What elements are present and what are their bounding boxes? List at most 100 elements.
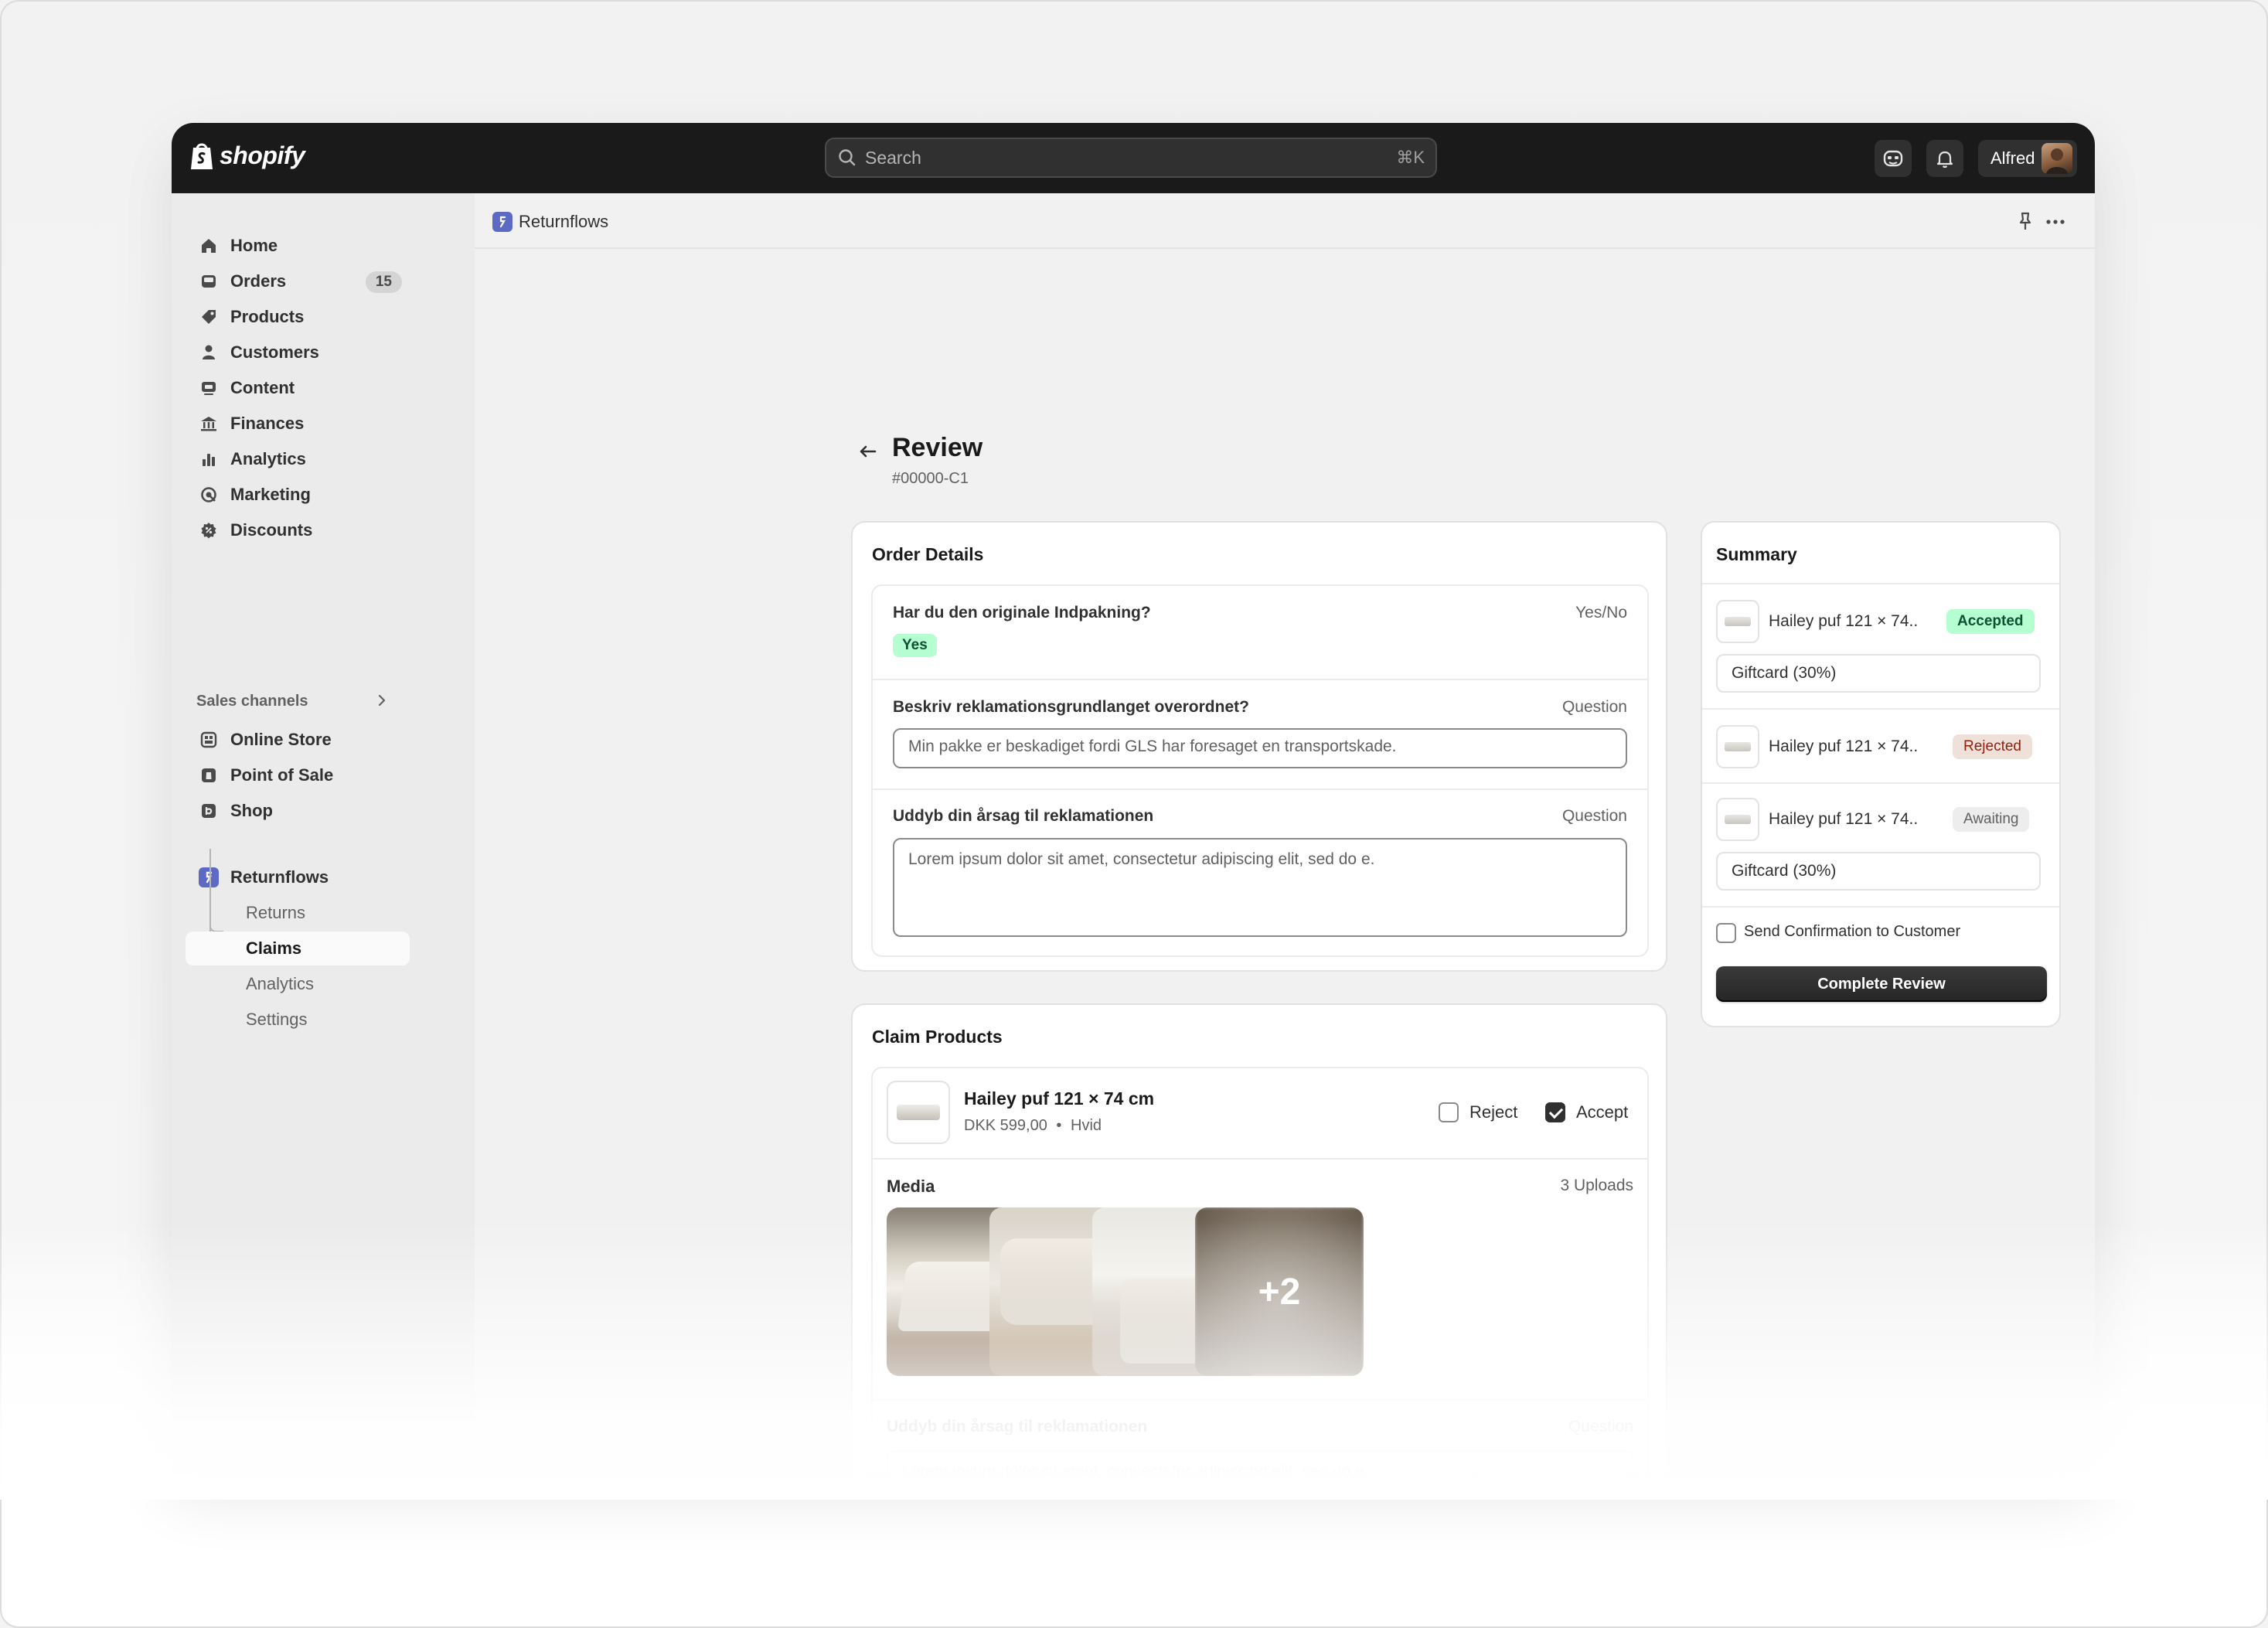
search-placeholder: Search — [865, 147, 921, 168]
person-icon — [203, 345, 215, 359]
claim-products-card: Claim Products Hailey puf 121 × 74 cm DK… — [851, 1003, 1667, 1473]
more-horizontal-icon[interactable] — [2044, 211, 2067, 233]
summary-item-name: Hailey puf 121 × 74.. — [1769, 612, 1919, 630]
summary-item-thumbnail — [1716, 600, 1759, 643]
sidebar-item-label: Customers — [230, 342, 319, 362]
sidebar-item-label: Online Store — [230, 730, 332, 749]
sidebar-subitem-settings[interactable]: Settings — [186, 1003, 410, 1037]
send-confirmation-checkbox[interactable] — [1716, 923, 1736, 943]
shopify-bag-icon — [191, 143, 213, 169]
sidebar-item-returnflows[interactable]: Returnflows — [186, 860, 410, 894]
question-label: Uddyb din årsag til reklamationen — [893, 807, 1154, 825]
giftcard-field[interactable]: Giftcard (30%) — [1716, 654, 2041, 693]
sidebar-subitem-claims[interactable]: Claims — [186, 932, 410, 966]
sidebar-item-label: Products — [230, 307, 305, 326]
back-arrow-icon[interactable] — [856, 440, 880, 463]
order-details-questions: Har du den originale Indpakning? Yes/No … — [871, 584, 1649, 957]
bell-icon — [1936, 151, 1953, 169]
user-name: Alfred — [1990, 148, 2035, 168]
sidebar-item-label: Discounts — [230, 520, 313, 540]
search-icon — [839, 149, 856, 166]
divider — [873, 1399, 1647, 1401]
question-type: Question — [1561, 698, 1627, 716]
returnflows-app-icon — [492, 212, 513, 232]
reject-checkbox[interactable] — [1439, 1102, 1459, 1122]
reason-summary-field[interactable]: Min pakke er beskadiget fordi GLS har fo… — [893, 728, 1627, 768]
target-icon — [201, 487, 216, 502]
product-price: DKK 599,00 — [964, 1117, 1047, 1134]
sidebar-item-label: Marketing — [230, 485, 311, 504]
claim-product-panel: Hailey puf 121 × 74 cm DKK 599,00 • Hvid… — [871, 1067, 1649, 1473]
avatar — [2042, 143, 2072, 174]
sidebar-item-label: Orders — [230, 271, 287, 291]
sidebar-item-label: Content — [230, 378, 295, 397]
chevron-right-icon[interactable] — [374, 692, 390, 709]
summary-item-name: Hailey puf 121 × 74.. — [1769, 737, 1919, 755]
sidebar-item-content[interactable]: Content — [186, 371, 410, 405]
orders-count-badge: 15 — [365, 271, 402, 293]
sidebar-item-products[interactable]: Products — [186, 300, 410, 334]
accept-checkbox[interactable] — [1545, 1102, 1565, 1122]
sidebar-item-label: Analytics — [230, 449, 306, 468]
sidebar-item-home[interactable]: Home — [186, 229, 410, 263]
shopify-logo[interactable]: shopify — [189, 140, 305, 171]
accept-label[interactable]: Accept — [1576, 1102, 1628, 1122]
sidebar-item-label: Shop — [230, 801, 273, 820]
sidebar-item-analytics[interactable]: Analytics — [186, 442, 410, 476]
sidebar-subitem-returns[interactable]: Returns — [186, 896, 410, 930]
sidebar-item-discounts[interactable]: Discounts — [186, 513, 410, 547]
divider — [873, 788, 1647, 790]
sidebar-item-customers[interactable]: Customers — [186, 335, 410, 370]
sidebar-item-point-of-sale[interactable]: Point of Sale — [186, 758, 410, 792]
divider — [1702, 583, 2059, 584]
divider — [873, 1158, 1647, 1160]
sales-channels-heading[interactable]: Sales channels — [196, 693, 308, 710]
sidebar-item-finances[interactable]: Finances — [186, 407, 410, 441]
product-name: Hailey puf 121 × 74 cm — [964, 1088, 1155, 1109]
product-reason-textarea[interactable]: Lorem ipsum dolor sit amet, consectetur … — [887, 1450, 1633, 1473]
notifications-button[interactable] — [1926, 140, 1963, 177]
sidekick-button[interactable] — [1875, 140, 1912, 177]
send-confirmation-label[interactable]: Send Confirmation to Customer — [1744, 923, 1960, 941]
pin-icon[interactable] — [2016, 211, 2035, 233]
top-bar: shopify Search ⌘K Alfred — [172, 123, 2095, 193]
search-bar[interactable]: Search ⌘K — [825, 138, 1437, 178]
question-type: Question — [1568, 1418, 1633, 1436]
summary-item-thumbnail — [1716, 798, 1759, 841]
question-label: Beskriv reklamationsgrundlanget overordn… — [893, 698, 1249, 716]
answer-badge-yes: Yes — [893, 634, 937, 657]
product-variant: Hvid — [1071, 1117, 1102, 1134]
sidebar-item-label: Point of Sale — [230, 765, 334, 785]
divider — [1702, 906, 2059, 908]
sidebar-item-label: Home — [230, 236, 278, 255]
sidebar-item-online-store[interactable]: Online Store — [186, 723, 410, 757]
divider — [873, 679, 1647, 680]
sidebar-subitem-analytics[interactable]: Analytics — [186, 967, 410, 1001]
more-photos-count: +2 — [1195, 1207, 1364, 1376]
sidebar-item-marketing[interactable]: Marketing — [186, 478, 410, 512]
reject-label[interactable]: Reject — [1469, 1102, 1517, 1122]
summary-item-name: Hailey puf 121 × 74.. — [1769, 810, 1919, 828]
product-meta: DKK 599,00 • Hvid — [964, 1117, 1102, 1135]
returnflows-icon — [199, 867, 219, 887]
divider — [1702, 782, 2059, 784]
giftcard-field[interactable]: Giftcard (30%) — [1716, 852, 2041, 891]
user-menu[interactable]: Alfred — [1978, 140, 2077, 177]
reason-detail-textarea[interactable]: Lorem ipsum dolor sit amet, consectetur … — [893, 838, 1627, 937]
product-thumbnail — [887, 1081, 950, 1144]
media-photo-more[interactable]: +2 — [1195, 1207, 1364, 1376]
sidebar-item-shop[interactable]: Shop — [186, 794, 410, 828]
sidebar-item-orders[interactable]: Orders 15 — [186, 264, 410, 298]
sidebar-item-label: Finances — [230, 414, 305, 433]
status-badge-rejected: Rejected — [1953, 734, 2032, 759]
sidebar-subitem-label: Settings — [246, 1010, 308, 1029]
order-details-card: Order Details Har du den originale Indpa… — [851, 521, 1667, 972]
question-type: Question — [1561, 807, 1627, 825]
complete-review-button[interactable]: Complete Review — [1716, 966, 2047, 1002]
page-subtitle: #00000-C1 — [892, 470, 969, 487]
sidebar-subitem-label: Returns — [246, 903, 306, 922]
content-icon — [202, 382, 216, 395]
status-badge-awaiting: Awaiting — [1953, 807, 2030, 832]
main-content: Returnflows Review #00000-C1 Order Detai… — [475, 193, 2095, 1473]
sidekick-icon — [1883, 150, 1903, 167]
